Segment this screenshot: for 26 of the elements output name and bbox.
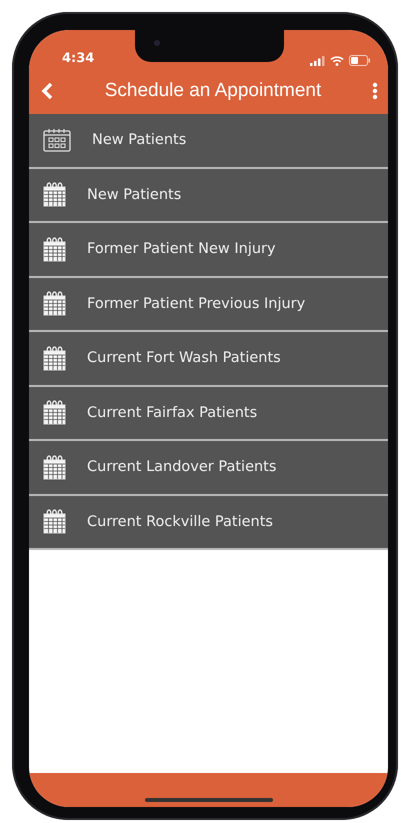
- calendar-icon: [43, 128, 71, 152]
- appointment-type-item[interactable]: Current Rockville Patients: [29, 496, 388, 550]
- appointment-type-item[interactable]: Former Patient Previous Injury: [29, 278, 388, 332]
- calendar-icon: [43, 291, 66, 316]
- status-time: 4:34: [62, 51, 94, 66]
- more-button[interactable]: [372, 82, 378, 100]
- appointment-type-item[interactable]: Current Fairfax Patients: [29, 386, 388, 441]
- appointment-type-item[interactable]: Current Fort Wash Patients: [29, 332, 388, 386]
- calendar-icon: [43, 454, 66, 480]
- calendar-icon: [43, 236, 66, 262]
- more-icon: [372, 82, 378, 100]
- appointment-type-item[interactable]: New Patients: [29, 168, 388, 223]
- battery-icon: [349, 55, 371, 66]
- calendar-icon: [43, 509, 66, 534]
- wifi-icon: [330, 56, 344, 66]
- screen-title: Schedule an Appointment: [104, 80, 322, 102]
- calendar-icon: [43, 346, 66, 371]
- appointment-type-item[interactable]: Current Landover Patients: [29, 441, 388, 496]
- calendar-icon: [43, 400, 66, 426]
- signal-icon: [310, 56, 325, 66]
- appointment-type-item[interactable]: Former Patient New Injury: [29, 223, 388, 278]
- camera-icon: [154, 40, 160, 46]
- calendar-icon: [43, 182, 66, 208]
- back-icon: [40, 82, 54, 100]
- appointment-type-item[interactable]: New Patients: [29, 114, 388, 168]
- back-button[interactable]: [40, 82, 54, 100]
